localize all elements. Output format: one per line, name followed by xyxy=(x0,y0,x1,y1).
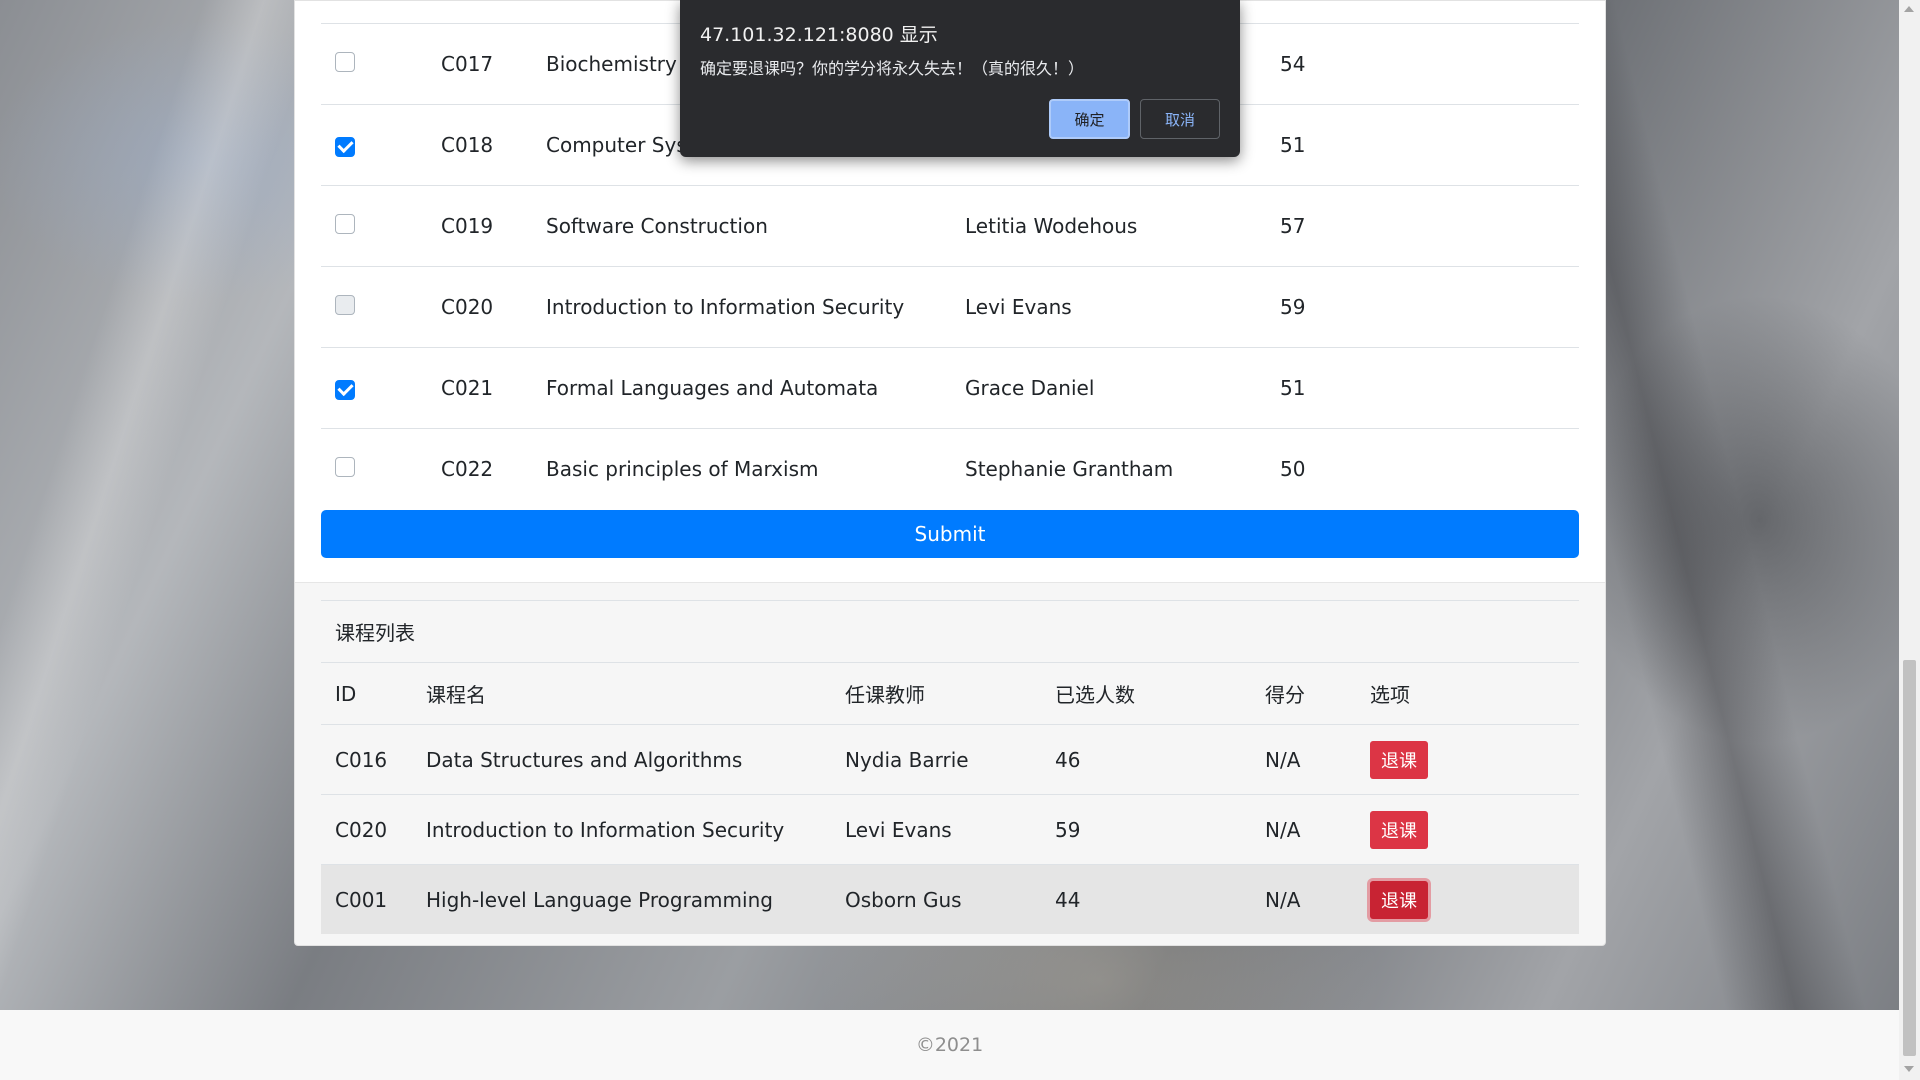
header-id: ID xyxy=(335,681,357,706)
course-count: 57 xyxy=(1280,214,1306,238)
table-row: C021 Formal Languages and Automata Grace… xyxy=(321,347,1579,428)
course-id: C020 xyxy=(335,817,388,842)
course-score: N/A xyxy=(1265,747,1301,772)
dialog-title: 47.101.32.121:8080 显示 xyxy=(700,24,938,46)
course-count: 51 xyxy=(1280,133,1306,157)
course-name: Introduction to Information Security xyxy=(426,817,785,842)
drop-course-button[interactable]: 退课 xyxy=(1370,740,1428,779)
header-name: 课程名 xyxy=(426,683,486,707)
course-count: 59 xyxy=(1055,817,1081,842)
course-name: Formal Languages and Automata xyxy=(546,376,879,400)
course-score: N/A xyxy=(1265,817,1301,842)
drop-course-button[interactable]: 退课 xyxy=(1370,810,1428,849)
course-checkbox[interactable] xyxy=(335,213,355,234)
scrollbar-thumb[interactable] xyxy=(1903,660,1916,1056)
course-count: 59 xyxy=(1280,295,1306,319)
scroll-up-arrow-icon[interactable] xyxy=(1904,6,1914,12)
course-score: N/A xyxy=(1265,887,1301,912)
dialog-ok-button[interactable]: 确定 xyxy=(1049,99,1130,139)
course-id: C016 xyxy=(335,747,388,772)
course-teacher: Stephanie Grantham xyxy=(965,457,1174,481)
submit-button[interactable]: Submit xyxy=(321,510,1579,558)
dialog-cancel-button[interactable]: 取消 xyxy=(1140,99,1220,139)
table-row: C019 Software Construction Letitia Wodeh… xyxy=(321,185,1579,266)
course-list-table: 课程列表 ID 课程名 任课教师 已选人数 得分 选项 C016 Data St… xyxy=(321,600,1579,934)
course-count: 50 xyxy=(1280,457,1306,481)
course-teacher: Grace Daniel xyxy=(965,376,1095,400)
course-id: C020 xyxy=(441,295,494,319)
course-teacher: Osborn Gus xyxy=(845,887,962,912)
course-id: C001 xyxy=(335,887,388,912)
course-name: Data Structures and Algorithms xyxy=(426,747,743,772)
table-header-row: ID 课程名 任课教师 已选人数 得分 选项 xyxy=(321,662,1579,724)
course-id: C018 xyxy=(441,133,494,157)
table-row: C016 Data Structures and Algorithms Nydi… xyxy=(321,724,1579,794)
course-checkbox[interactable] xyxy=(335,379,355,400)
header-option: 选项 xyxy=(1370,683,1410,707)
course-checkbox[interactable] xyxy=(335,136,355,157)
course-checkbox[interactable] xyxy=(335,456,355,477)
course-name: High-level Language Programming xyxy=(426,887,773,912)
course-teacher: Levi Evans xyxy=(965,295,1072,319)
confirm-dialog: 47.101.32.121:8080 显示 确定要退课吗？你的学分将永久失去！（… xyxy=(680,0,1240,157)
dialog-message: 确定要退课吗？你的学分将永久失去！（真的很久！） xyxy=(700,59,1085,78)
course-list-title: 课程列表 xyxy=(321,600,1579,662)
course-count: 46 xyxy=(1055,747,1081,772)
page-scrollbar[interactable] xyxy=(1899,0,1920,1080)
table-row: C020 Introduction to Information Securit… xyxy=(321,266,1579,347)
copyright-text: ©2021 xyxy=(915,1034,984,1056)
table-row: C022 Basic principles of Marxism Stephan… xyxy=(321,428,1579,509)
course-checkbox[interactable] xyxy=(335,294,355,315)
course-count: 51 xyxy=(1280,376,1306,400)
course-id: C022 xyxy=(441,457,494,481)
table-row: C001 High-level Language Programming Osb… xyxy=(321,864,1579,934)
header-score: 得分 xyxy=(1265,683,1305,707)
course-count: 54 xyxy=(1280,52,1306,76)
course-checkbox[interactable] xyxy=(335,51,355,72)
course-name: Basic principles of Marxism xyxy=(546,457,819,481)
course-id: C019 xyxy=(441,214,494,238)
header-count: 已选人数 xyxy=(1055,683,1135,707)
course-teacher: Nydia Barrie xyxy=(845,747,969,772)
header-teacher: 任课教师 xyxy=(845,683,925,707)
table-row: C020 Introduction to Information Securit… xyxy=(321,794,1579,864)
course-count: 44 xyxy=(1055,887,1081,912)
course-teacher: Levi Evans xyxy=(845,817,952,842)
course-teacher: Letitia Wodehous xyxy=(965,214,1138,238)
course-name: Introduction to Information Security xyxy=(546,295,905,319)
course-id: C021 xyxy=(441,376,494,400)
drop-course-button[interactable]: 退课 xyxy=(1370,880,1428,919)
footer: ©2021 xyxy=(0,1010,1899,1080)
course-id: C017 xyxy=(441,52,494,76)
scroll-down-arrow-icon[interactable] xyxy=(1904,1066,1914,1072)
course-name: Software Construction xyxy=(546,214,768,238)
